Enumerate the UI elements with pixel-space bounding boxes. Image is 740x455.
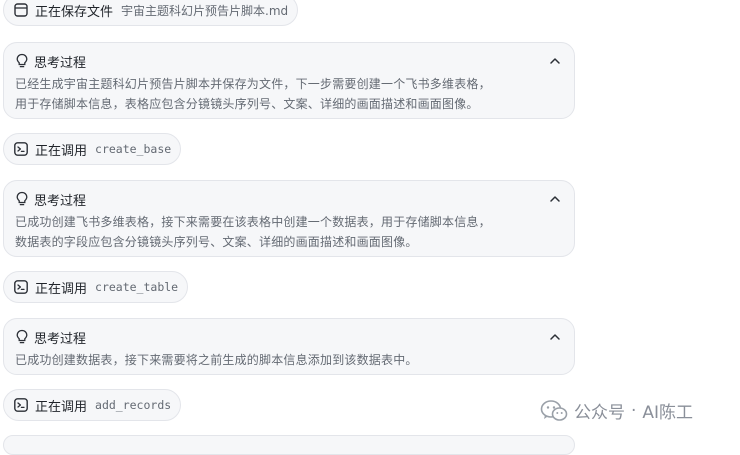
- tool-step-action: 正在调用: [35, 281, 88, 297]
- chevron-up-icon[interactable]: [548, 54, 562, 68]
- thought-card-body: 已成功创建飞书多维表格，接下来需要在该表格中创建一个数据表，用于存储脚本信息， …: [15, 212, 562, 252]
- thought-card-header[interactable]: 思考过程: [15, 327, 562, 347]
- thought-card-partial: [3, 435, 575, 455]
- tool-step-save-file[interactable]: 正在保存文件 宇宙主题科幻片预告片脚本.md: [3, 0, 299, 26]
- tool-step-target: create_base: [95, 142, 172, 156]
- tool-step-action: 正在保存文件: [35, 4, 114, 20]
- lightbulb-icon: [16, 191, 28, 206]
- terminal-icon: [14, 280, 28, 294]
- lightbulb-icon: [16, 329, 28, 344]
- tool-step-action: 正在调用: [35, 399, 88, 415]
- tool-step-target: 宇宙主题科幻片预告片脚本.md: [121, 3, 289, 18]
- thought-card-title: 思考过程: [34, 331, 87, 347]
- thought-line: 用于存储脚本信息，表格应包含分镜镜头序列号、文案、详细的画面描述和画面图像。: [15, 97, 479, 111]
- thought-card-header[interactable]: 思考过程: [15, 51, 562, 71]
- thought-card-header[interactable]: 思考过程: [15, 189, 562, 209]
- chevron-up-icon[interactable]: [548, 192, 562, 206]
- thought-card-title: 思考过程: [34, 55, 87, 71]
- tool-step-target: create_table: [95, 280, 179, 294]
- wechat-icon: [540, 399, 568, 421]
- thought-card: 思考过程 已经生成宇宙主题科幻片预告片脚本并保存为文件，下一步需要创建一个飞书多…: [3, 42, 575, 119]
- watermark-author: AI陈工: [642, 403, 694, 423]
- terminal-icon: [14, 142, 28, 156]
- thought-card-body: 已成功创建数据表，接下来需要将之前生成的脚本信息添加到该数据表中。: [15, 350, 562, 370]
- thought-card: 思考过程 已成功创建飞书多维表格，接下来需要在该表格中创建一个数据表，用于存储脚…: [3, 180, 575, 257]
- watermark-channel-label: 公众号: [574, 403, 625, 423]
- file-icon: [14, 3, 28, 17]
- thought-line: 数据表的字段应包含分镜镜头序列号、文案、详细的画面描述和画面图像。: [15, 235, 418, 249]
- thought-line: 已成功创建飞书多维表格，接下来需要在该表格中创建一个数据表，用于存储脚本信息，: [15, 215, 491, 229]
- thought-card-body: 已经生成宇宙主题科幻片预告片脚本并保存为文件，下一步需要创建一个飞书多维表格， …: [15, 74, 562, 114]
- thought-line: 已成功创建数据表，接下来需要将之前生成的脚本信息添加到该数据表中。: [15, 353, 418, 367]
- wechat-watermark: 公众号 · AI陈工: [540, 398, 693, 423]
- chevron-up-icon[interactable]: [548, 330, 562, 344]
- thought-card: 思考过程 已成功创建数据表，接下来需要将之前生成的脚本信息添加到该数据表中。: [3, 318, 575, 375]
- thought-line: 已经生成宇宙主题科幻片预告片脚本并保存为文件，下一步需要创建一个飞书多维表格，: [15, 77, 491, 91]
- tool-step-create-table[interactable]: 正在调用 create_table: [3, 271, 189, 303]
- thought-card-title: 思考过程: [34, 193, 87, 209]
- tool-step-target: add_records: [95, 398, 172, 412]
- tool-step-action: 正在调用: [35, 143, 88, 159]
- tool-step-add-records[interactable]: 正在调用 add_records: [3, 389, 182, 421]
- lightbulb-icon: [16, 53, 28, 68]
- tool-step-create-base[interactable]: 正在调用 create_base: [3, 133, 182, 165]
- terminal-icon: [14, 398, 28, 412]
- watermark-separator: ·: [631, 400, 637, 421]
